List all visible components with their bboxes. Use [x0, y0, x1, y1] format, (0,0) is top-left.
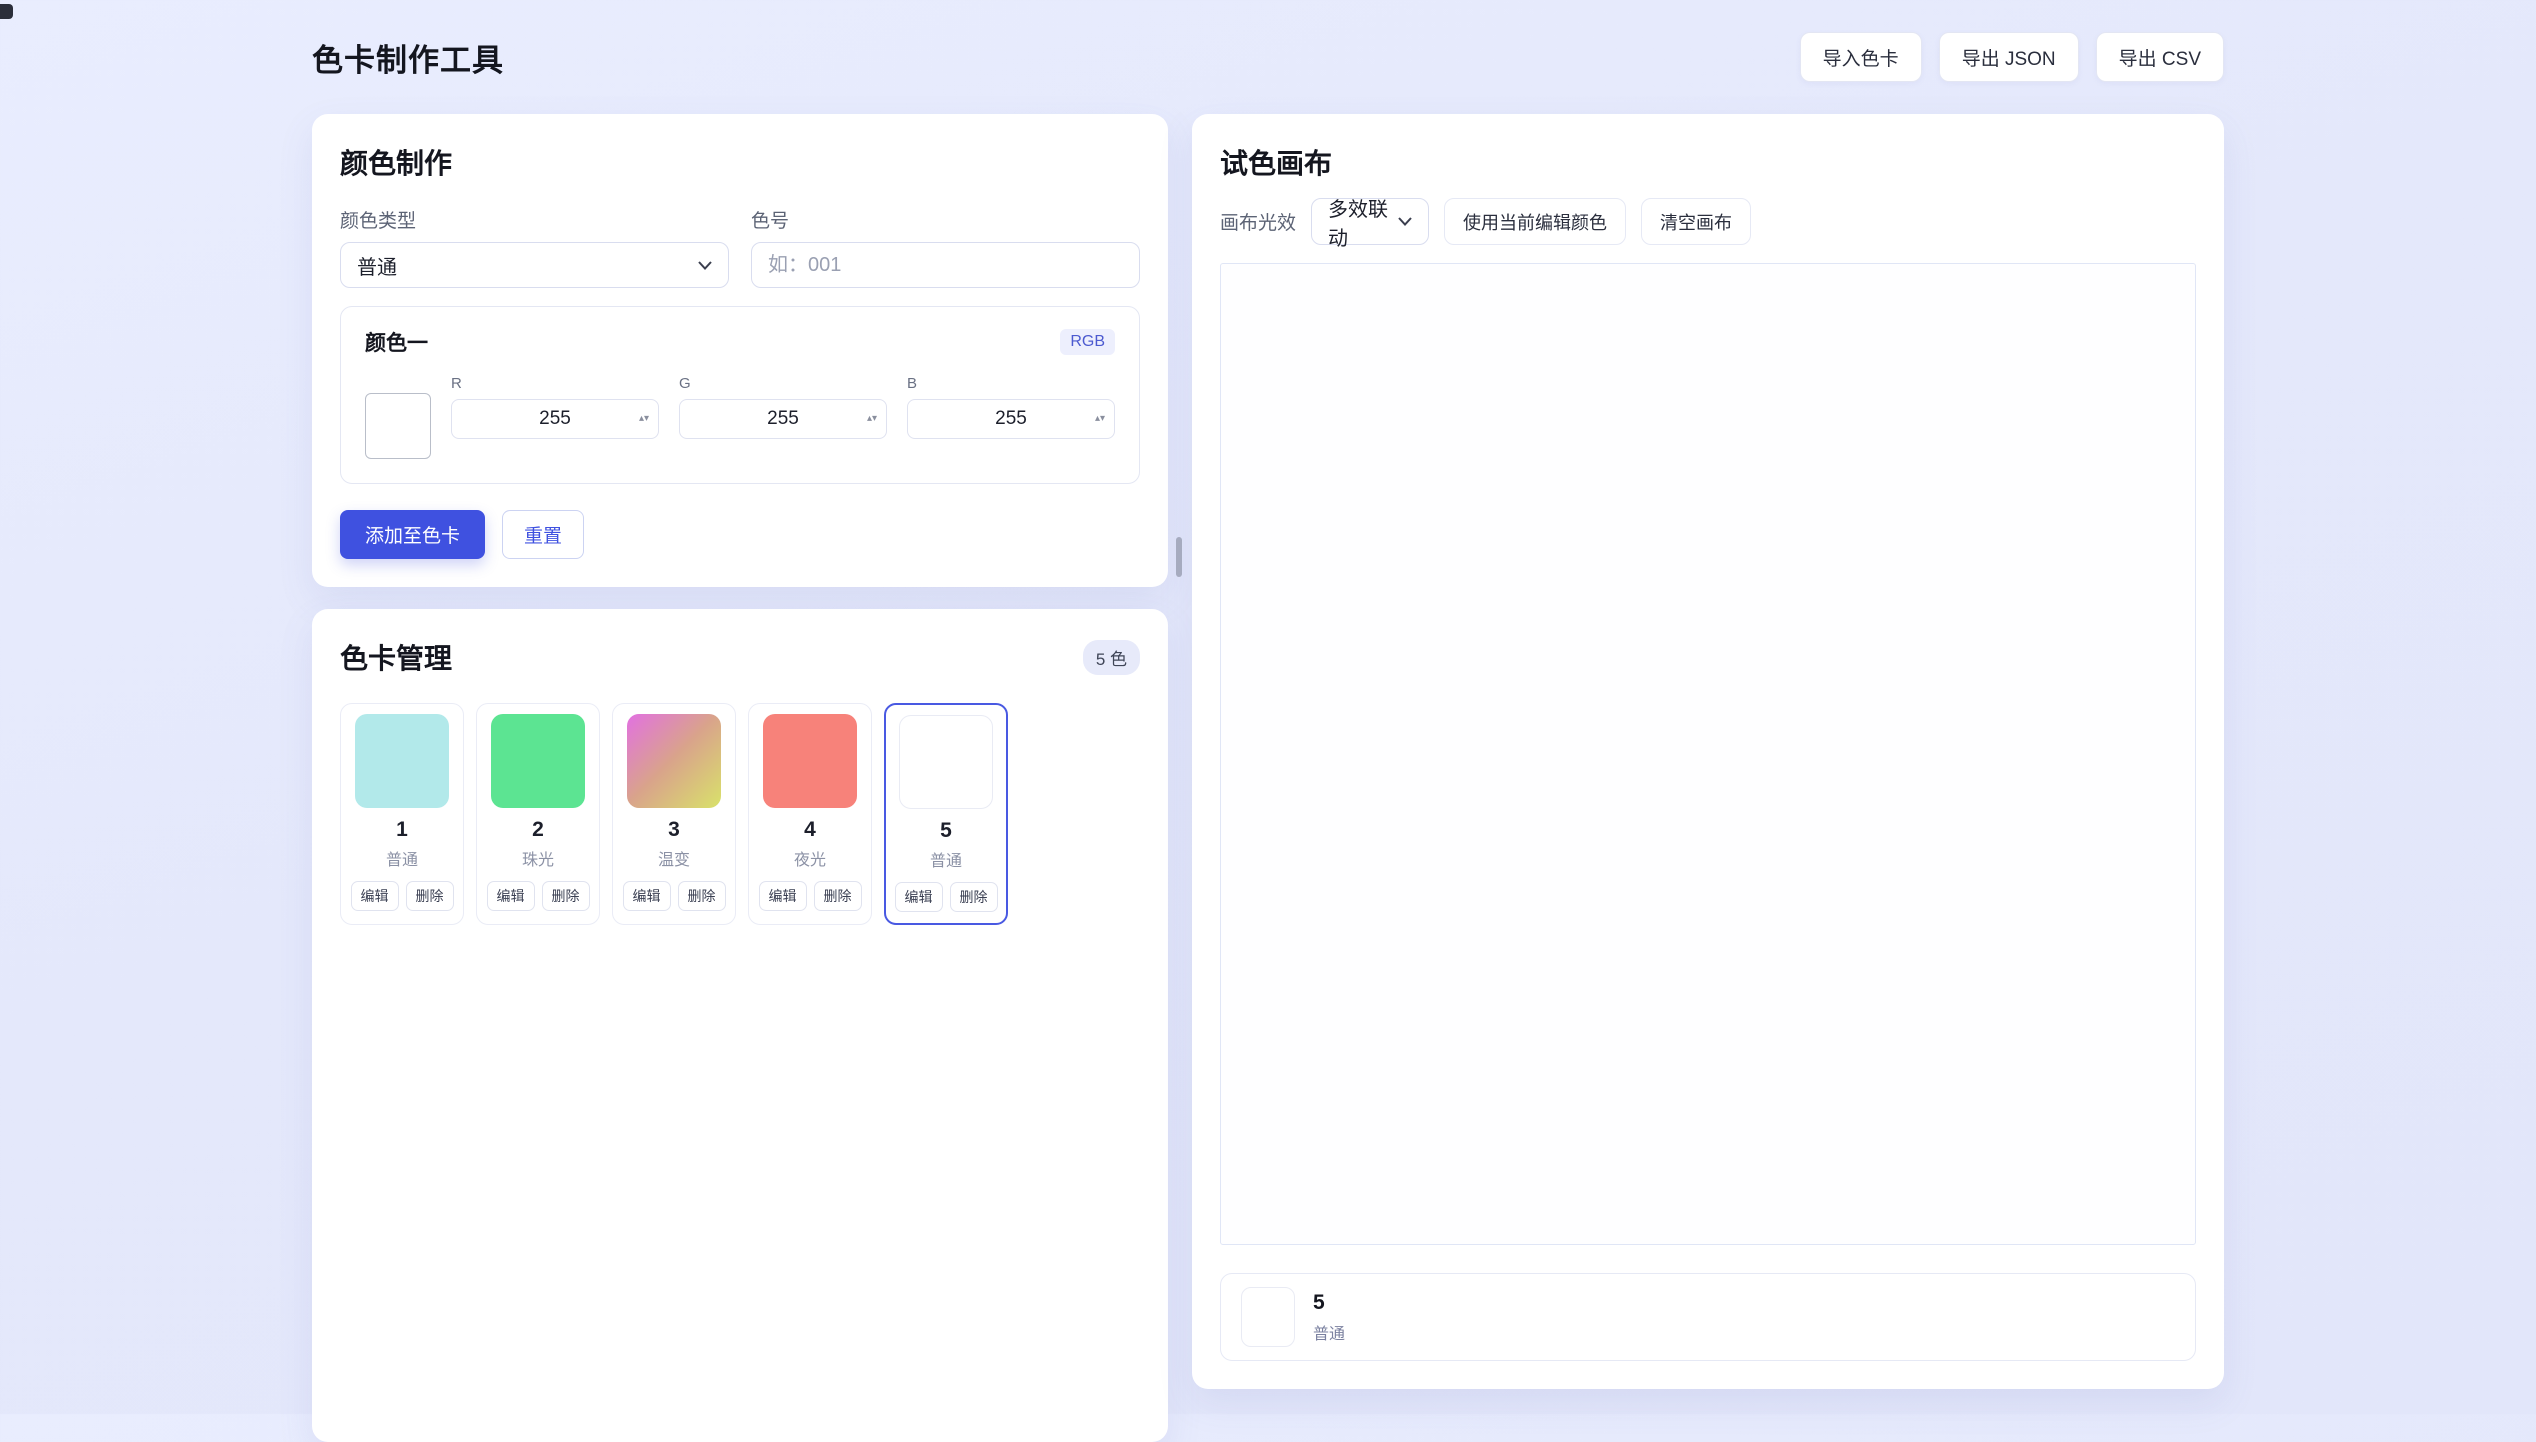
color-card-number: 1: [350, 818, 454, 842]
active-color-swatch: [1241, 1287, 1295, 1347]
color-card-type: 温变: [622, 846, 726, 870]
color-card[interactable]: 4 夜光 编辑 删除: [748, 703, 872, 925]
window-corner-mark: [0, 4, 13, 19]
edit-card-button[interactable]: 编辑: [487, 881, 535, 911]
export-csv-button[interactable]: 导出 CSV: [2096, 32, 2224, 82]
stepper-arrows-icon[interactable]: ▴▾: [867, 415, 877, 423]
color-editor-title: 颜色一: [365, 327, 428, 357]
import-cards-button[interactable]: 导入色卡: [1800, 32, 1922, 82]
delete-card-button[interactable]: 删除: [814, 881, 862, 911]
channel-r-input[interactable]: [451, 399, 659, 439]
channel-b-label: B: [907, 375, 1115, 392]
color-card-swatch: [899, 715, 993, 809]
active-color-card: 5 普通: [1220, 1273, 2196, 1361]
edit-card-button[interactable]: 编辑: [351, 881, 399, 911]
color-card-number: 2: [486, 818, 590, 842]
use-current-color-button[interactable]: 使用当前编辑颜色: [1444, 198, 1626, 245]
color-card-type: 珠光: [486, 846, 590, 870]
color-card-type: 普通: [895, 847, 998, 871]
card-manager-panel: 色卡管理 5 色 1 普通 编辑 删除 2 珠光 编辑 删除 3 温变 编辑 删…: [312, 609, 1168, 1442]
edit-card-button[interactable]: 编辑: [623, 881, 671, 911]
color-card[interactable]: 3 温变 编辑 删除: [612, 703, 736, 925]
color-type-value: 普通: [357, 251, 397, 280]
export-json-button[interactable]: 导出 JSON: [1939, 32, 2079, 82]
delete-card-button[interactable]: 删除: [678, 881, 726, 911]
color-card-number: 3: [622, 818, 726, 842]
rgb-mode-badge: RGB: [1060, 329, 1115, 355]
color-card[interactable]: 2 珠光 编辑 删除: [476, 703, 600, 925]
add-to-palette-button[interactable]: 添加至色卡: [340, 510, 485, 559]
color-type-label: 颜色类型: [340, 206, 729, 233]
card-count-badge: 5 色: [1083, 640, 1140, 675]
active-color-type: 普通: [1313, 1320, 1345, 1344]
chevron-down-icon: [698, 261, 712, 270]
edit-card-button[interactable]: 编辑: [895, 882, 943, 912]
channel-r-label: R: [451, 375, 659, 392]
color-card-type: 夜光: [758, 846, 862, 870]
color-card-number: 5: [895, 819, 998, 843]
color-card-swatch: [627, 714, 721, 808]
paint-canvas[interactable]: [1220, 263, 2196, 1245]
channel-g-input[interactable]: [679, 399, 887, 439]
color-type-select[interactable]: 普通: [340, 242, 729, 288]
color-type-field: 颜色类型 普通: [340, 206, 729, 288]
header-actions: 导入色卡 导出 JSON 导出 CSV: [1800, 32, 2224, 82]
color-maker-title: 颜色制作: [340, 142, 1140, 182]
reset-button[interactable]: 重置: [502, 510, 584, 559]
canvas-effect-label: 画布光效: [1220, 208, 1296, 235]
chevron-down-icon: [1398, 217, 1412, 226]
color-maker-panel: 颜色制作 颜色类型 普通 色号: [312, 114, 1168, 587]
channel-g: G ▴▾: [679, 375, 887, 439]
delete-card-button[interactable]: 删除: [950, 882, 998, 912]
color-card-type: 普通: [350, 846, 454, 870]
color-preview-swatch[interactable]: [365, 393, 431, 459]
test-canvas-panel: 试色画布 画布光效 多效联动 使用当前编辑颜色 清空画布 5 普通: [1192, 114, 2224, 1389]
color-card[interactable]: 1 普通 编辑 删除: [340, 703, 464, 925]
channel-r: R ▴▾: [451, 375, 659, 439]
stepper-arrows-icon[interactable]: ▴▾: [639, 415, 649, 423]
channel-b: B ▴▾: [907, 375, 1115, 439]
color-code-label: 色号: [751, 206, 1140, 233]
page-title: 色卡制作工具: [312, 35, 504, 80]
canvas-effect-select[interactable]: 多效联动: [1311, 198, 1429, 245]
color-editor-card: 颜色一 RGB R ▴▾ G: [340, 306, 1140, 484]
color-card[interactable]: 5 普通 编辑 删除: [884, 703, 1008, 925]
color-card-swatch: [491, 714, 585, 808]
test-canvas-title: 试色画布: [1220, 142, 2196, 182]
channel-g-label: G: [679, 375, 887, 392]
stepper-arrows-icon[interactable]: ▴▾: [1095, 415, 1105, 423]
delete-card-button[interactable]: 删除: [406, 881, 454, 911]
card-manager-title: 色卡管理: [340, 637, 452, 677]
app-header: 色卡制作工具 导入色卡 导出 JSON 导出 CSV: [312, 0, 2224, 114]
edit-card-button[interactable]: 编辑: [759, 881, 807, 911]
color-card-swatch: [355, 714, 449, 808]
channel-b-input[interactable]: [907, 399, 1115, 439]
color-cards-list: 1 普通 编辑 删除 2 珠光 编辑 删除 3 温变 编辑 删除 4 夜光 编辑…: [340, 703, 1140, 925]
color-code-field: 色号: [751, 206, 1140, 288]
canvas-effect-value: 多效联动: [1328, 193, 1398, 251]
color-code-input[interactable]: [751, 242, 1140, 288]
active-color-number: 5: [1313, 1291, 1345, 1315]
delete-card-button[interactable]: 删除: [542, 881, 590, 911]
scrollbar-thumb[interactable]: [1176, 537, 1182, 577]
color-card-swatch: [763, 714, 857, 808]
color-card-number: 4: [758, 818, 862, 842]
clear-canvas-button[interactable]: 清空画布: [1641, 198, 1751, 245]
